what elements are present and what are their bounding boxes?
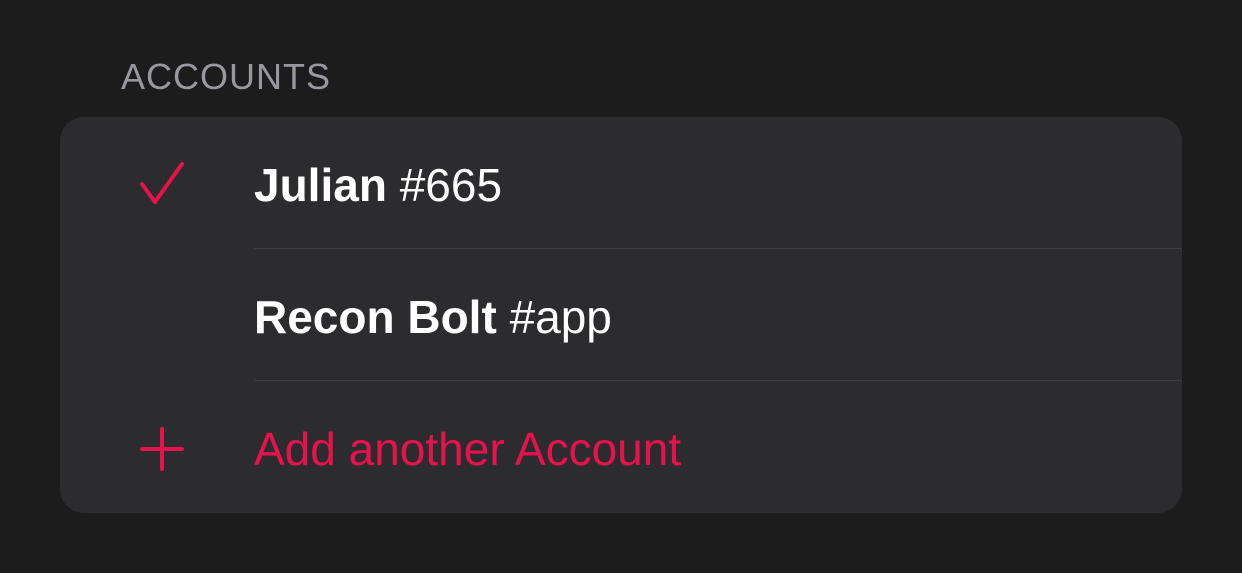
- account-name: Recon Bolt: [254, 291, 497, 343]
- section-header-accounts: ACCOUNTS: [121, 56, 332, 97]
- accounts-list: Julian #665 Recon Bolt #app Add another …: [60, 117, 1182, 513]
- account-label: Julian #665: [254, 159, 502, 211]
- account-row-julian[interactable]: Julian #665: [60, 117, 1182, 249]
- account-tag: #665: [399, 159, 503, 211]
- checkmark-icon: [138, 161, 186, 209]
- account-tag: #app: [509, 291, 612, 343]
- add-account-label: Add another Account: [254, 423, 682, 475]
- account-label: Recon Bolt #app: [254, 291, 612, 343]
- plus-icon: [138, 425, 186, 473]
- account-row-recon-bolt[interactable]: Recon Bolt #app: [60, 249, 1182, 381]
- account-name: Julian: [254, 159, 387, 211]
- add-account-button[interactable]: Add another Account: [60, 381, 1182, 513]
